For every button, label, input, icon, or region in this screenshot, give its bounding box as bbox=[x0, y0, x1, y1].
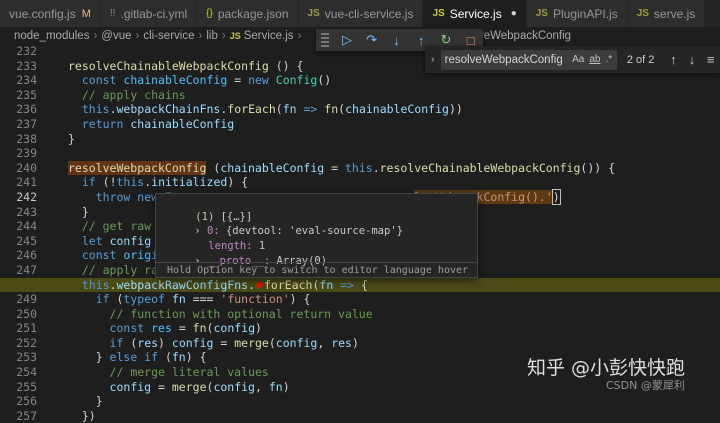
tab-vue-cli-service[interactable]: JS vue-cli-service.js bbox=[298, 0, 424, 27]
line-number[interactable]: 244 bbox=[0, 219, 62, 234]
line-number[interactable]: 246 bbox=[0, 248, 62, 263]
breadcrumb-item[interactable]: cli-service bbox=[143, 30, 194, 42]
line-number[interactable]: 232 bbox=[0, 44, 62, 59]
line-number[interactable]: 250 bbox=[0, 307, 62, 322]
menu-icon[interactable]: ≡ bbox=[701, 52, 720, 67]
code-line: if (typeof fn === 'function') { bbox=[95, 292, 311, 307]
tab-plugin-api[interactable]: JS PluginAPI.js bbox=[526, 0, 628, 27]
watermark-csdn: CSDN @蒙犀利 bbox=[606, 379, 685, 392]
modified-indicator: M bbox=[81, 7, 91, 20]
line-number[interactable]: 243 bbox=[0, 205, 62, 220]
code-line-paused: this.webpackRawConfigFns. forEach(fn => { bbox=[0, 277, 720, 293]
js-file-icon: JS bbox=[535, 8, 548, 19]
breadcrumb-item[interactable]: Service.js bbox=[244, 30, 294, 42]
line-number[interactable]: 252 bbox=[0, 336, 62, 351]
line-number[interactable]: 247 bbox=[0, 263, 62, 278]
watermark-zhihu: 知乎 @小彭快快跑 bbox=[527, 357, 686, 379]
json-file-icon: {} bbox=[206, 8, 213, 19]
chevron-right-icon: › bbox=[221, 29, 226, 42]
chevron-right-icon: › bbox=[198, 29, 203, 42]
line-number[interactable]: 240 bbox=[0, 161, 62, 176]
yaml-file-icon: !! bbox=[109, 8, 116, 19]
line-number[interactable]: 254 bbox=[0, 365, 62, 380]
find-input-value: resolveWebpackConfig bbox=[444, 53, 563, 66]
line-number[interactable]: 237 bbox=[0, 117, 62, 132]
breadcrumb-item[interactable]: node_modules bbox=[14, 30, 89, 42]
code-line: // apply chains bbox=[81, 87, 186, 102]
js-file-icon: JS bbox=[229, 30, 241, 41]
line-number[interactable]: 236 bbox=[0, 102, 62, 117]
hover-header[interactable]: (1) [{…}] bbox=[170, 196, 252, 223]
line-number[interactable]: 255 bbox=[0, 380, 62, 395]
line-number[interactable]: 235 bbox=[0, 88, 62, 103]
js-file-icon: JS bbox=[432, 8, 445, 19]
line-number-current[interactable]: 242 bbox=[0, 190, 62, 205]
find-widget: › resolveWebpackConfig Aa ab .* 2 of 2 ↑… bbox=[425, 46, 720, 73]
line-number[interactable]: 238 bbox=[0, 132, 62, 147]
code-line: resolveWebpackConfig (chainableConfig = … bbox=[68, 160, 616, 175]
tab-vue-config[interactable]: vue.config.js M bbox=[0, 0, 101, 27]
code-line: } bbox=[68, 131, 75, 146]
tab-label: serve.js bbox=[653, 6, 696, 21]
code-line: if (res) config = merge(config, res) bbox=[109, 335, 359, 350]
tab-gitlab-ci[interactable]: !! .gitlab-ci.yml bbox=[100, 0, 198, 27]
code-line: }) bbox=[68, 408, 96, 423]
chevron-right-icon: › bbox=[93, 29, 98, 42]
tab-package-json[interactable]: {} package.json bbox=[197, 0, 299, 27]
step-over-icon[interactable]: ↷ bbox=[359, 29, 384, 51]
hover-proto[interactable]: › __proto__: Array(0) bbox=[169, 240, 327, 267]
whole-word-button[interactable]: ab bbox=[589, 54, 600, 65]
chevron-right-icon: › bbox=[135, 29, 140, 42]
tab-label: vue-cli-service.js bbox=[324, 6, 414, 21]
line-number[interactable]: 245 bbox=[0, 234, 62, 249]
line-number[interactable]: 249 bbox=[0, 292, 62, 307]
drag-handle-icon[interactable] bbox=[321, 33, 329, 47]
js-file-icon: JS bbox=[636, 8, 649, 19]
next-match-button[interactable]: ↓ bbox=[683, 52, 702, 67]
previous-match-button[interactable]: ↑ bbox=[664, 52, 683, 67]
line-number[interactable]: 251 bbox=[0, 321, 62, 336]
hover-length: length: 1 bbox=[183, 225, 265, 252]
line-number[interactable]: 234 bbox=[0, 73, 62, 88]
find-input[interactable]: resolveWebpackConfig Aa ab .* bbox=[440, 49, 618, 70]
code-line: const res = fn(config) bbox=[109, 321, 262, 336]
chevron-right-icon: › bbox=[297, 29, 302, 42]
code-line: return chainableConfig bbox=[81, 116, 235, 131]
hover-item-0[interactable]: › 0: {devtool: 'eval-source-map'} bbox=[169, 210, 403, 237]
line-number[interactable]: 239 bbox=[0, 146, 62, 161]
tab-label: .gitlab-ci.yml bbox=[120, 6, 188, 21]
js-file-icon: JS bbox=[307, 8, 320, 19]
code-line: const chainableConfig = new Config() bbox=[81, 73, 332, 88]
tab-label: vue.config.js bbox=[9, 6, 76, 21]
match-case-button[interactable]: Aa bbox=[572, 54, 584, 65]
editor-tab-bar: vue.config.js M !! .gitlab-ci.yml {} pac… bbox=[0, 0, 720, 27]
hover-footer-hint: Hold Option key to switch to editor lang… bbox=[156, 262, 477, 277]
chevron-right-icon[interactable]: › bbox=[425, 54, 441, 65]
code-line: this.webpackChainFns.forEach(fn => fn(ch… bbox=[81, 102, 463, 117]
tab-label: package.json bbox=[217, 6, 289, 21]
search-match-highlight: resolveWebpackConfig bbox=[68, 160, 207, 175]
continue-icon[interactable]: ▷ bbox=[335, 29, 360, 51]
line-number[interactable]: 257 bbox=[0, 409, 62, 423]
match-count: 2 of 2 bbox=[626, 53, 655, 66]
regex-button[interactable]: .* bbox=[605, 54, 612, 65]
unsaved-dot-icon[interactable]: ● bbox=[511, 8, 517, 19]
breadcrumb-item[interactable]: @vue bbox=[101, 30, 131, 42]
tab-service-js[interactable]: JS Service.js ● bbox=[423, 0, 527, 27]
inline-breakpoint-icon[interactable] bbox=[256, 281, 262, 288]
code-line: // function with optional return value bbox=[109, 306, 373, 321]
step-into-icon[interactable]: ↓ bbox=[384, 29, 409, 51]
breadcrumb-item[interactable]: lib bbox=[206, 30, 218, 42]
line-number[interactable]: 253 bbox=[0, 350, 62, 365]
debug-hover-widget: (1) [{…}] › 0: {devtool: 'eval-source-ma… bbox=[155, 193, 478, 278]
line-number[interactable]: 241 bbox=[0, 175, 62, 190]
tab-label: PluginAPI.js bbox=[552, 6, 618, 21]
breadcrumb-symbol[interactable]: lveWebpackConfig bbox=[475, 30, 571, 42]
line-number[interactable]: 233 bbox=[0, 59, 62, 74]
tab-serve-js[interactable]: JS serve.js bbox=[627, 0, 706, 27]
line-number-gutter: 232 233 234 235 236 237 238 239 240 241 … bbox=[0, 44, 62, 423]
code-line: if (!this.initialized) { bbox=[81, 175, 249, 190]
tab-label: Service.js bbox=[449, 6, 502, 21]
